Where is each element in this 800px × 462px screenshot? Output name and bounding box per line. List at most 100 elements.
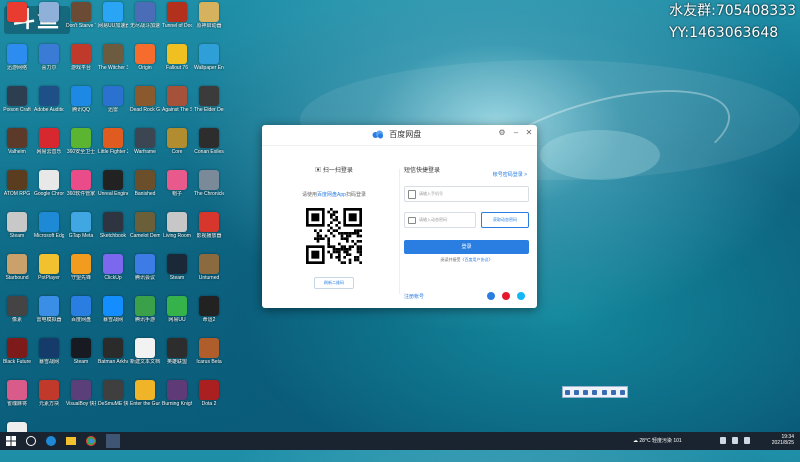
desktop-icon[interactable]: Dota 2 [194,380,224,420]
desktop-icon[interactable]: Batman Arkham [98,338,128,378]
code-field[interactable]: 请输入动态密码 [404,212,476,228]
desktop-icon[interactable]: 360安全卫士 [66,128,96,168]
desktop-icon[interactable]: ClickUp [98,254,128,294]
desktop-icon[interactable]: Starbound [2,254,32,294]
desktop-icon[interactable]: 暴雪战网 [34,338,64,378]
desktop-icon[interactable]: Warframe [130,128,160,168]
desktop-icon[interactable]: 腾讯QQ [66,86,96,126]
login-button[interactable]: 登录 [404,240,529,254]
desktop-icon[interactable]: 暴雪战网 [98,296,128,336]
desktop-icon[interactable]: 雷电模拟器 [34,296,64,336]
desktop-icon[interactable] [2,2,32,42]
clock[interactable]: 19:34 2021/8/25 [772,434,794,446]
desktop-icon[interactable]: 迅雷 [98,86,128,126]
toolbar-tool-icon[interactable] [610,389,616,395]
desktop-icon[interactable]: 迅游网络 [2,44,32,84]
chrome-icon[interactable] [86,436,96,446]
close-icon[interactable]: ✕ [523,128,535,137]
desktop-icon[interactable]: Unreal Engine [98,170,128,210]
desktop-icon[interactable]: Valheim [2,128,32,168]
desktop-icon[interactable]: Unturned [194,254,224,294]
network-icon[interactable] [732,437,738,444]
toolbar-tool-icon[interactable] [619,389,625,395]
settings-icon[interactable]: ⚙ [496,128,508,137]
desktop-icon[interactable]: Enter the Gungeon [130,380,160,420]
password-login-link[interactable]: 帐号密码登录 > [493,171,527,178]
desktop-icon[interactable]: 元素方块 [34,380,64,420]
desktop-icon[interactable]: PotPlayer [34,254,64,294]
desktop-icon[interactable]: Sketchbook [98,212,128,252]
desktop-icon[interactable]: Camelot Demo [130,212,160,252]
desktop-icon[interactable]: 影视播放器 [194,212,224,252]
desktop-icon[interactable]: 无尽战斗加速器 [130,2,160,42]
desktop-icon[interactable]: 英雄联盟 [162,338,192,378]
desktop-icon[interactable]: The Witcher 3 [98,44,128,84]
weather-status[interactable]: ☁ 28°C 轻度污染 101 [633,437,682,444]
get-code-button[interactable]: 获取动态密码 [481,212,529,228]
desktop-icon[interactable]: Steam [2,212,32,252]
desktop-icon[interactable]: 网易云音乐 [34,128,64,168]
volume-icon[interactable] [744,437,750,444]
desktop-icon[interactable]: Origin [130,44,160,84]
toolbar-tool-icon[interactable] [601,389,607,395]
desktop-icon[interactable]: Steam [66,338,96,378]
desktop-icon[interactable]: The Chronicle [194,170,224,210]
dialog-titlebar[interactable]: 百度网盘 ⚙ – ✕ [262,125,537,146]
desktop-icon[interactable]: Icarus Beta [194,338,224,378]
edge-icon[interactable] [46,436,56,446]
desktop-icon[interactable]: Banished [130,170,160,210]
windows-start-icon[interactable] [5,435,17,447]
desktop-icon[interactable]: GTap Meta [66,212,96,252]
desktop-icon[interactable]: 腾讯手游 [130,296,160,336]
desktop-icon[interactable]: 网易UU加速器 [98,2,128,42]
desktop-icon[interactable]: Microsoft Edge [34,212,64,252]
desktop-icon[interactable]: Dead Rock Galactic [130,86,160,126]
toolbar-tool-icon[interactable] [565,389,571,395]
desktop-icon[interactable]: Tunnel of Doom [162,2,192,42]
file-explorer-icon[interactable] [66,437,76,445]
desktop-icon[interactable]: Little Fighter 2 [98,128,128,168]
desktop-icon[interactable]: 喜力尔 [34,44,64,84]
desktop-icon[interactable]: 百度网盘 [66,296,96,336]
desktop-icon[interactable]: 游戏平台 [66,44,96,84]
desktop-icon[interactable]: Don't Starve Together [66,2,96,42]
desktop-icon[interactable]: Google Chrome [34,170,64,210]
desktop-icon[interactable]: Black Future [2,338,32,378]
qq-icon[interactable] [517,292,525,300]
register-link[interactable]: 注册帐号 [404,293,424,300]
desktop-icon[interactable]: Core [162,128,192,168]
app-link[interactable]: 百度网盘App [317,192,346,198]
desktop-icon[interactable]: VisualBoy 快捷方式 [66,380,96,420]
desktop-icon[interactable]: Poison Craft [2,86,32,126]
phone-field[interactable]: 请输入手机号 [404,186,529,202]
toolbar-tool-icon[interactable] [583,389,589,395]
tray-icon[interactable] [720,437,726,444]
desktop-icon[interactable]: Living Room [162,212,192,252]
desktop-icon[interactable]: 雀魂麻将 [2,380,32,420]
desktop-icon[interactable]: 命运2 [194,296,224,336]
weibo-icon[interactable] [502,292,510,300]
desktop-icon[interactable]: DeSmuME 快捷方式 [98,380,128,420]
search-icon[interactable] [26,436,36,446]
desktop-icon[interactable]: The Elder Demo [194,86,224,126]
desktop-icon[interactable]: 新建文本文档 [130,338,160,378]
desktop-icon[interactable]: 网易UU [162,296,192,336]
wechat-icon[interactable] [487,292,495,300]
refresh-qr-button[interactable]: 刷新二维码 [314,277,354,289]
desktop-icon[interactable]: Fallout 76 [162,44,192,84]
desktop-icon[interactable]: 像素 [2,296,32,336]
desktop-icon[interactable]: Adobe Audition 3.0 [34,86,64,126]
desktop-icon[interactable]: 守望先锋 [66,254,96,294]
desktop-icon[interactable]: 帽子 [162,170,192,210]
desktop-icon[interactable]: Against The Storm [162,86,192,126]
desktop-icon[interactable]: Burning Knight [162,380,192,420]
baidu-netdisk-taskbar-icon[interactable] [106,434,120,448]
desktop-icon[interactable]: ATOM RPG [2,170,32,210]
user-agreement-link[interactable]: 《百度用户协议》 [461,257,493,262]
toolbar-tool-icon[interactable] [592,389,598,395]
minimize-icon[interactable]: – [510,128,522,137]
desktop-icon[interactable]: Steam [162,254,192,294]
desktop-icon[interactable]: Conan Exiles [194,128,224,168]
toolbar-tool-icon[interactable] [574,389,580,395]
desktop-icon[interactable] [34,2,64,42]
